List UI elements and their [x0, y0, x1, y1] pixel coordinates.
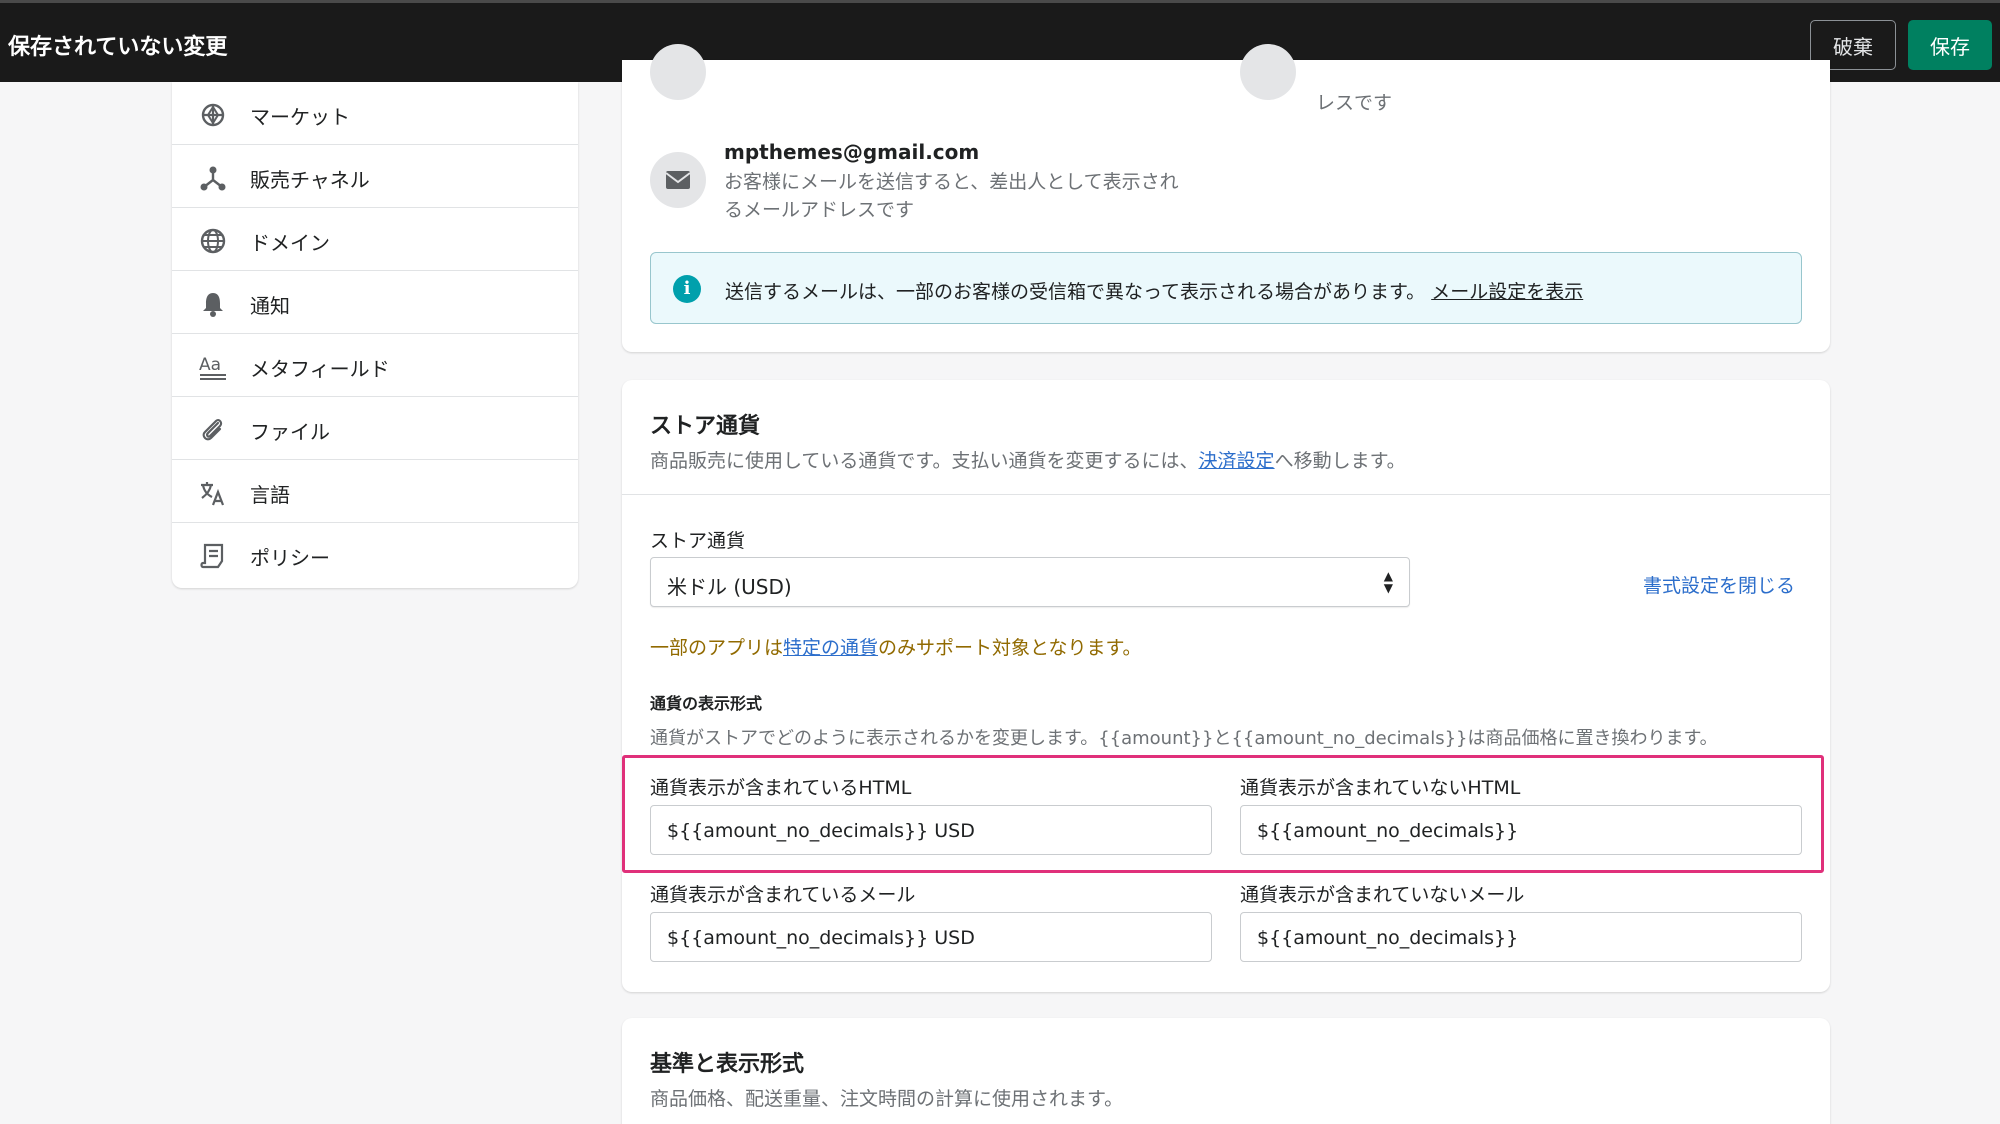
contact-desc-partial: レスです [1316, 92, 1393, 114]
globe-icon [201, 103, 225, 127]
sidebar-item-label: メタフィールド [250, 357, 390, 381]
html-without-currency-input[interactable]: ${{amount_no_decimals}} [1240, 805, 1802, 855]
sender-email-description: お客様にメールを送信すると、差出人として表示され るメールアドレスです [724, 168, 1224, 224]
store-currency-heading: ストア通貨 [650, 414, 761, 439]
currency-desc-text-end: へ移動します。 [1274, 450, 1406, 472]
section-divider [622, 494, 1830, 495]
sidebar-item-markets[interactable]: マーケット [172, 82, 578, 145]
policy-icon [200, 543, 224, 569]
translate-icon [201, 482, 225, 506]
sidebar-item-metafields[interactable]: Aa メタフィールド [172, 334, 578, 397]
select-arrows-icon: ▲ ▼ [1383, 569, 1393, 595]
info-banner-message: 送信するメールは、一部のお客様の受信箱で異なって表示される場合があります。 メー… [725, 277, 1583, 304]
sidebar-item-languages[interactable]: 言語 [172, 460, 578, 523]
email-without-currency-label: 通貨表示が含まれていないメール [1240, 884, 1525, 906]
channels-icon [200, 166, 226, 191]
sidebar-item-label: ポリシー [250, 546, 330, 570]
sidebar-item-label: 言語 [250, 483, 290, 507]
currency-format-description: 通貨がストアでどのように表示されるかを変更します。{{amount}}と{{am… [650, 728, 1718, 749]
unsaved-changes-title: 保存されていない変更 [8, 35, 228, 60]
currency-format-heading: 通貨の表示形式 [650, 694, 763, 713]
phone-avatar [650, 44, 706, 100]
info-banner: i 送信するメールは、一部のお客様の受信箱で異なって表示される場合があります。 … [650, 252, 1802, 324]
mail-icon [665, 171, 691, 189]
currency-support-warning: 一部のアプリは特定の通貨のみサポート対象となります。 [650, 633, 1142, 660]
contact-avatar [1240, 44, 1296, 100]
domain-globe-icon [200, 228, 226, 254]
specific-currencies-link[interactable]: 特定の通貨 [783, 637, 878, 659]
sidebar-item-domains[interactable]: ドメイン [172, 208, 578, 271]
store-currency-description: 商品販売に使用している通貨です。支払い通貨を変更するには、決済設定へ移動します。 [650, 446, 1406, 473]
html-with-currency-label: 通貨表示が含まれているHTML [650, 777, 912, 799]
svg-text:Aa: Aa [199, 355, 221, 375]
html-with-currency-value: ${{amount_no_decimals}} USD [667, 820, 975, 842]
payment-settings-link[interactable]: 決済設定 [1199, 450, 1275, 472]
sidebar-item-label: 通知 [250, 294, 290, 318]
settings-sidebar: マーケット 販売チャネル ドメイン 通知 Aa メタフィールド ファイル 言語 … [172, 82, 578, 588]
close-format-settings-link[interactable]: 書式設定を閉じる [1643, 571, 1795, 598]
sidebar-item-label: 販売チャネル [250, 168, 370, 192]
sidebar-item-sales-channels[interactable]: 販売チャネル [172, 145, 578, 208]
sender-email: mpthemes@gmail.com [724, 140, 980, 164]
standards-formats-heading: 基準と表示形式 [650, 1052, 805, 1077]
sidebar-item-label: マーケット [250, 105, 350, 129]
save-button[interactable]: 保存 [1908, 20, 1992, 70]
sidebar-item-notifications[interactable]: 通知 [172, 271, 578, 334]
standards-formats-description: 商品価格、配送重量、注文時間の計算に使用されます。 [650, 1088, 1124, 1110]
info-banner-text: 送信するメールは、一部のお客様の受信箱で異なって表示される場合があります。 [725, 281, 1426, 303]
email-without-currency-value: ${{amount_no_decimals}} [1257, 927, 1519, 949]
warning-text: 一部のアプリは [650, 637, 784, 659]
html-with-currency-input[interactable]: ${{amount_no_decimals}} USD [650, 805, 1212, 855]
email-with-currency-value: ${{amount_no_decimals}} USD [667, 927, 975, 949]
info-icon: i [673, 275, 701, 303]
email-without-currency-input[interactable]: ${{amount_no_decimals}} [1240, 912, 1802, 962]
sender-desc-line1: お客様にメールを送信すると、差出人として表示され [724, 171, 1179, 193]
metafields-icon: Aa [199, 355, 226, 380]
sidebar-item-label: ファイル [250, 420, 330, 444]
currency-desc-text: 商品販売に使用している通貨です。支払い通貨を変更するには、 [650, 450, 1199, 472]
html-without-currency-label: 通貨表示が含まれていないHTML [1240, 777, 1521, 799]
email-with-currency-input[interactable]: ${{amount_no_decimals}} USD [650, 912, 1212, 962]
email-with-currency-label: 通貨表示が含まれているメール [650, 884, 916, 906]
store-currency-select[interactable]: 米ドル (USD) ▲ ▼ [650, 557, 1410, 607]
sender-desc-line2: るメールアドレスです [724, 199, 915, 221]
store-currency-select-label: ストア通貨 [650, 530, 746, 552]
view-email-settings-link[interactable]: メール設定を表示 [1431, 281, 1583, 303]
html-without-currency-value: ${{amount_no_decimals}} [1257, 820, 1519, 842]
bell-icon [203, 293, 223, 317]
paperclip-icon [202, 419, 223, 441]
mail-avatar [650, 152, 706, 208]
sidebar-item-label: ドメイン [250, 231, 330, 255]
sidebar-item-files[interactable]: ファイル [172, 397, 578, 460]
warning-text-end: のみサポート対象となります。 [878, 637, 1142, 659]
sidebar-item-policies[interactable]: ポリシー [172, 523, 578, 586]
store-currency-select-value: 米ドル (USD) [667, 575, 792, 599]
